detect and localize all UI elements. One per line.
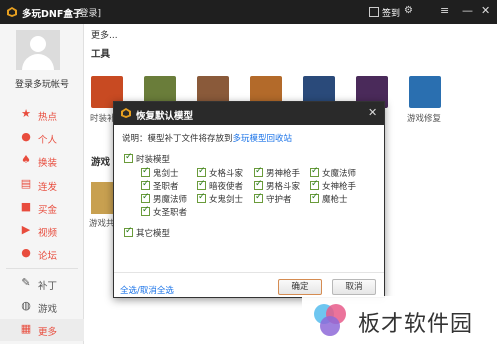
- class-label: 女圣职者: [153, 208, 188, 218]
- class-checkbox[interactable]: [310, 179, 319, 190]
- class-label: 守护者: [266, 195, 292, 205]
- class-label: 女神枪手: [322, 182, 357, 192]
- sidebar-item-label: 补丁: [38, 281, 58, 292]
- class-label: 魔枪士: [322, 195, 348, 205]
- minimize-icon[interactable]: —: [462, 4, 473, 17]
- class-checkbox[interactable]: [141, 166, 150, 177]
- fashion-model-checkbox[interactable]: [124, 152, 133, 163]
- dialog-close-icon[interactable]: ✕: [368, 106, 377, 119]
- close-icon[interactable]: ✕: [481, 4, 490, 17]
- sidebar-item-more[interactable]: ▦ 更多: [0, 319, 84, 341]
- class-checkbox[interactable]: [254, 166, 263, 177]
- sign-in-icon[interactable]: [369, 7, 379, 17]
- class-checkbox[interactable]: [254, 192, 263, 203]
- sidebar-item-outfit[interactable]: ♠ 换装: [0, 150, 84, 172]
- sidebar-item-label: 论坛: [38, 251, 58, 262]
- sidebar-item-label: 连发: [38, 182, 58, 193]
- sidebar-item-label: 游戏: [38, 304, 58, 315]
- tool-icon-repair[interactable]: [409, 76, 441, 108]
- class-label: 暗夜使者: [209, 182, 244, 192]
- class-checkbox[interactable]: [141, 192, 150, 203]
- sidebar-item-game[interactable]: ◍ 游戏: [0, 296, 84, 318]
- tools-section-title: 工具: [91, 49, 111, 60]
- menu-icon[interactable]: ≡: [440, 4, 449, 17]
- gold-icon: ■: [20, 200, 32, 213]
- watermark-text: 板才软件园: [358, 312, 474, 337]
- forum-icon: ●: [21, 246, 31, 259]
- fashion-model-label: 时装模型: [136, 155, 171, 165]
- ok-button[interactable]: 确定: [278, 279, 322, 295]
- class-checkbox[interactable]: [310, 192, 319, 203]
- sidebar-item-forum[interactable]: ● 论坛: [0, 243, 84, 265]
- app-title: 多玩DNF盒子: [22, 9, 83, 20]
- wrench-icon: ✎: [21, 276, 31, 289]
- app-logo-icon: [7, 7, 17, 17]
- restore-model-dialog: 恢复默认模型 ✕ 说明：模型补丁文件将存放到多玩模型回收站 时装模型 鬼剑士 女…: [113, 101, 385, 298]
- title-bar: 多玩DNF盒子 [登录] 签到 ⚙ ≡ — ✕: [0, 0, 497, 24]
- game-label: 游戏共: [89, 219, 115, 229]
- class-label: 男魔法师: [153, 195, 188, 205]
- games-section-title: 游戏: [91, 157, 111, 168]
- sidebar-item-label: 买金: [38, 205, 58, 216]
- sidebar-item-personal[interactable]: ● 个人: [0, 127, 84, 149]
- dialog-title: 恢复默认模型: [136, 111, 194, 122]
- gamepad-icon: ◍: [21, 299, 31, 312]
- sidebar-item-label: 热点: [38, 112, 58, 123]
- account-label[interactable]: 登录多玩帐号: [0, 77, 84, 90]
- recycle-folder-link[interactable]: 多玩模型回收站: [233, 134, 293, 144]
- sidebar-item-label: 视频: [38, 228, 58, 239]
- sidebar-item-combo[interactable]: ▤ 连发: [0, 174, 84, 196]
- watermark: 板才软件园: [302, 296, 497, 344]
- dialog-description: 说明：模型补丁文件将存放到多玩模型回收站: [122, 132, 292, 144]
- sidebar-item-label: 换装: [38, 158, 58, 169]
- sidebar-item-hot[interactable]: ★ 热点: [0, 104, 84, 126]
- toggle-all-link[interactable]: 全选/取消全选: [120, 284, 174, 296]
- class-label: 鬼剑士: [153, 169, 179, 179]
- sidebar-item-label: 个人: [38, 135, 58, 146]
- avatar[interactable]: [16, 30, 60, 70]
- class-checkbox[interactable]: [310, 166, 319, 177]
- sign-in-label[interactable]: 签到: [382, 6, 400, 19]
- class-label: 男神枪手: [266, 169, 301, 179]
- class-checkbox[interactable]: [141, 179, 150, 190]
- sidebar-divider: [6, 268, 78, 269]
- class-label: 女格斗家: [209, 169, 244, 179]
- outfit-icon: ♠: [21, 153, 31, 166]
- more-link[interactable]: 更多...: [91, 28, 118, 41]
- app-logo-icon: [121, 108, 131, 118]
- other-model-label: 其它模型: [136, 229, 171, 239]
- gear-icon[interactable]: ⚙: [404, 5, 413, 16]
- dialog-title-bar: 恢复默认模型 ✕: [114, 102, 384, 125]
- star-icon: ★: [21, 107, 31, 120]
- class-label: 男格斗家: [266, 182, 301, 192]
- cancel-button[interactable]: 取消: [332, 279, 376, 295]
- class-label: 圣职者: [153, 182, 179, 192]
- sidebar-item-gold[interactable]: ■ 买金: [0, 197, 84, 219]
- sidebar-item-label: 更多: [38, 327, 58, 338]
- grid-icon: ▦: [20, 322, 32, 335]
- chart-icon: ▤: [20, 177, 32, 190]
- class-checkbox[interactable]: [254, 179, 263, 190]
- class-label: 女鬼剑士: [209, 195, 244, 205]
- sidebar-item-patch[interactable]: ✎ 补丁: [0, 273, 84, 295]
- class-checkbox[interactable]: [141, 205, 150, 216]
- other-model-checkbox[interactable]: [124, 226, 133, 237]
- class-label: 女魔法师: [322, 169, 357, 179]
- class-checkbox[interactable]: [197, 166, 206, 177]
- watermark-logo-icon: [314, 304, 346, 336]
- dialog-divider: [114, 272, 384, 273]
- class-checkbox[interactable]: [197, 192, 206, 203]
- video-icon: ▶: [21, 223, 31, 236]
- person-icon: ●: [21, 130, 31, 143]
- class-checkbox[interactable]: [197, 179, 206, 190]
- sidebar: 登录多玩帐号 ★ 热点 ● 个人 ♠ 换装 ▤ 连发 ■ 买金 ▶ 视频 ● 论…: [0, 24, 84, 344]
- tool-label-fashion: 时装补: [90, 114, 116, 124]
- description-text: 说明：模型补丁文件将存放到: [122, 134, 233, 144]
- tool-label-repair: 游戏修复: [407, 114, 442, 124]
- login-button[interactable]: [登录]: [76, 6, 101, 19]
- sidebar-item-video[interactable]: ▶ 视频: [0, 220, 84, 242]
